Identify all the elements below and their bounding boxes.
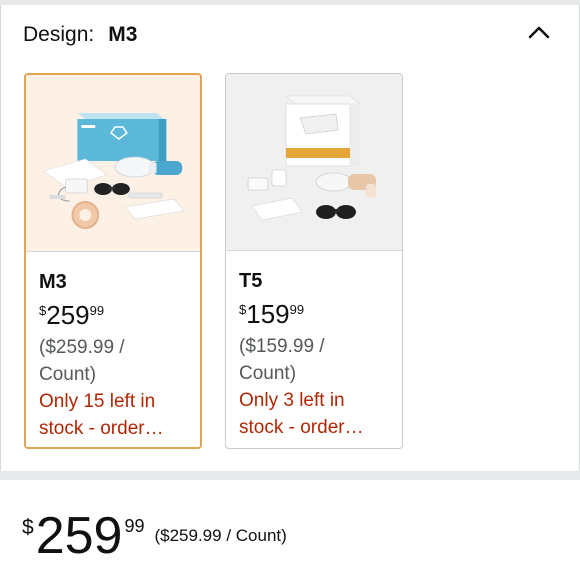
option-name: M3 xyxy=(39,271,67,293)
design-label: Design: xyxy=(23,23,95,46)
option-details: M3 $ 259 99 ($259.99 / Count) Only 15 le… xyxy=(39,270,194,442)
price-fraction: 99 xyxy=(289,302,305,317)
stock-status: Only 3 left in stock - order… xyxy=(239,387,394,441)
stock-line-2: stock - order… xyxy=(239,417,364,438)
option-price: $ 259 99 xyxy=(39,300,194,330)
unit-price-line-1: ($159.99 / xyxy=(239,336,325,357)
price-symbol: $ xyxy=(39,303,47,318)
unit-price: ($159.99 / Count) xyxy=(239,333,394,387)
design-header: Design: M3 xyxy=(23,23,137,47)
stock-line-1: Only 3 left in xyxy=(239,390,345,411)
stock-line-2: stock - order… xyxy=(39,418,164,439)
main-price: $ 259 99 ($259.99 / Count) xyxy=(22,510,287,562)
unit-price-line-2: Count) xyxy=(39,364,97,385)
unit-price-line-2: Count) xyxy=(239,363,297,384)
product-image-m3 xyxy=(26,75,200,251)
design-option-m3[interactable]: M3 $ 259 99 ($259.99 / Count) Only 15 le… xyxy=(24,73,202,449)
price-whole: 159 xyxy=(246,299,290,329)
stock-line-1: Only 15 left in xyxy=(39,391,156,412)
section-separator xyxy=(0,471,580,480)
product-image-t5 xyxy=(226,74,402,250)
chevron-up-icon xyxy=(528,26,550,39)
collapse-button[interactable] xyxy=(525,19,553,47)
price-fraction: 99 xyxy=(89,303,105,318)
stock-status: Only 15 left in stock - order… xyxy=(39,388,194,442)
unit-price: ($259.99 / Count) xyxy=(39,334,194,388)
main-price-whole: 259 xyxy=(35,507,123,565)
price-whole: 259 xyxy=(46,300,90,330)
card-divider xyxy=(26,251,200,252)
option-details: T5 $ 159 99 ($159.99 / Count) Only 3 lef… xyxy=(239,269,394,441)
design-selector-panel: Design: M3 M3 $ 259 99 ($259.99 / Count)… xyxy=(0,5,580,471)
selected-design-value: M3 xyxy=(108,23,138,46)
card-divider xyxy=(226,250,402,251)
main-unit-price: ($259.99 / Count) xyxy=(154,526,287,545)
price-symbol: $ xyxy=(239,302,247,317)
option-name: T5 xyxy=(239,270,263,292)
main-price-symbol: $ xyxy=(22,516,34,539)
design-option-t5[interactable]: T5 $ 159 99 ($159.99 / Count) Only 3 lef… xyxy=(225,73,403,449)
main-price-fraction: 99 xyxy=(124,516,145,536)
option-price: $ 159 99 xyxy=(239,299,394,329)
unit-price-line-1: ($259.99 / xyxy=(39,337,125,358)
